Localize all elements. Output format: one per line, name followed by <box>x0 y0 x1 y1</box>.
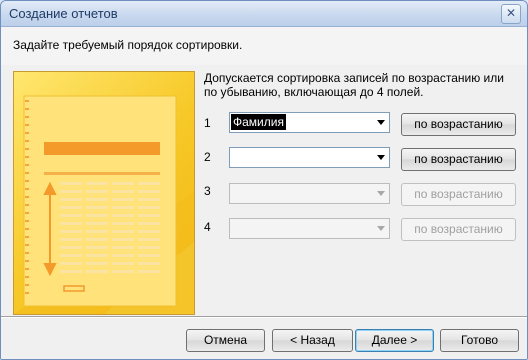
sort-field-1-select[interactable]: Фамилия <box>229 112 390 133</box>
sort-field-2-select[interactable] <box>229 147 390 168</box>
sort-row-4-number: 4 <box>204 220 211 234</box>
report-wizard-window: Создание отчетов ✕ Задайте требуемый пор… <box>0 0 528 360</box>
chevron-down-icon <box>377 226 385 231</box>
cancel-button[interactable]: Отмена <box>186 329 265 352</box>
wizard-prompt: Задайте требуемый порядок сортировки. <box>13 38 243 52</box>
back-button[interactable]: < Назад <box>272 329 353 352</box>
chevron-down-icon <box>377 120 385 125</box>
wizard-header: Задайте требуемый порядок сортировки. <box>1 27 527 65</box>
sort-order-1-button[interactable]: по возрастанию <box>401 113 516 136</box>
sort-row-2-number: 2 <box>204 150 211 164</box>
sort-field-3-value <box>231 185 235 187</box>
sort-field-3-select[interactable] <box>229 183 390 204</box>
sort-order-2-button[interactable]: по возрастанию <box>401 148 516 171</box>
wizard-body: Задайте требуемый порядок сортировки. До… <box>1 27 527 359</box>
title-bar: Создание отчетов ✕ <box>1 1 527 27</box>
report-illustration <box>13 71 195 315</box>
sort-instructions: Допускается сортировка записей по возрас… <box>204 71 504 99</box>
next-button[interactable]: Далее > <box>355 329 434 352</box>
close-icon: ✕ <box>505 6 517 20</box>
report-illustration-icon <box>14 95 194 314</box>
finish-button[interactable]: Готово <box>440 329 519 352</box>
sort-field-4-select[interactable] <box>229 218 390 239</box>
sort-row-3-number: 3 <box>204 184 211 198</box>
sort-field-4-value <box>231 220 235 222</box>
sort-field-2-value <box>231 149 235 151</box>
sort-row-1-number: 1 <box>204 116 211 130</box>
close-button[interactable]: ✕ <box>501 4 521 24</box>
sort-field-1-value: Фамилия <box>231 114 286 130</box>
window-title: Создание отчетов <box>9 6 118 21</box>
footer-divider <box>1 316 527 318</box>
sort-order-4-button[interactable]: по возрастанию <box>401 218 516 241</box>
chevron-down-icon <box>377 191 385 196</box>
sort-order-3-button[interactable]: по возрастанию <box>401 183 516 206</box>
chevron-down-icon <box>377 155 385 160</box>
